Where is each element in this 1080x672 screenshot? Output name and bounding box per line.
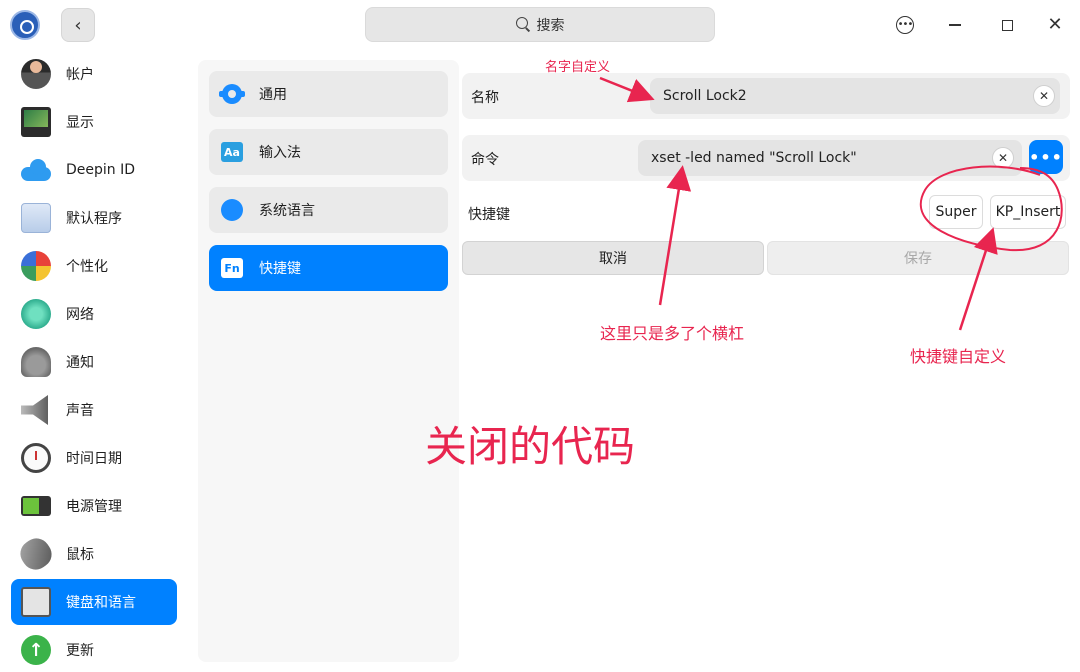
personalization-icon	[21, 251, 51, 281]
name-value: Scroll Lock2	[663, 88, 747, 104]
cloud-icon	[21, 155, 51, 185]
subnav-item-label: 输入法	[259, 145, 301, 161]
save-label: 保存	[904, 251, 932, 267]
gear-icon	[219, 83, 245, 105]
cancel-button[interactable]: 取消	[462, 241, 764, 275]
sidebar-item-default-apps[interactable]: 默认程序	[11, 195, 177, 241]
shortcut-key-kp-insert[interactable]: KP_Insert	[990, 195, 1066, 229]
command-row: 命令 xset -led named "Scroll Lock" ✕ •••	[462, 135, 1070, 181]
app-logo-icon	[10, 10, 40, 40]
bell-icon	[21, 347, 51, 377]
shortcut-row: 快捷键 Super KP_Insert	[462, 190, 1070, 236]
name-label: 名称	[471, 90, 499, 106]
sidebar-item-label: 默认程序	[66, 211, 122, 227]
shortcut-label: 快捷键	[468, 207, 510, 223]
annotation-command-note: 这里只是多了个横杠	[600, 324, 745, 343]
maximize-button[interactable]	[996, 14, 1018, 36]
browse-command-button[interactable]: •••	[1029, 140, 1063, 174]
mouse-icon	[15, 533, 57, 575]
sidebar-item-account[interactable]: 帐户	[11, 51, 177, 97]
sidebar-item-power[interactable]: 电源管理	[11, 483, 177, 529]
ellipsis-icon: •••	[1029, 147, 1063, 167]
close-icon: ✕	[1047, 14, 1063, 35]
save-button[interactable]: 保存	[767, 241, 1069, 275]
keyboard-icon	[21, 587, 51, 617]
sidebar-item-label: 网络	[66, 307, 94, 323]
sidebar-item-keyboard-language[interactable]: 键盘和语言	[11, 579, 177, 625]
sidebar-item-label: Deepin ID	[66, 162, 136, 178]
sidebar-item-label: 时间日期	[66, 451, 122, 467]
close-button[interactable]: ✕	[1044, 14, 1066, 36]
clear-icon: ✕	[997, 151, 1009, 165]
minimize-button[interactable]	[944, 14, 966, 36]
update-arrow-icon: ↑	[21, 635, 51, 665]
sidebar-item-label: 帐户	[66, 67, 94, 83]
sidebar-item-display[interactable]: 显示	[11, 99, 177, 145]
sidebar-item-label: 电源管理	[66, 499, 122, 515]
clear-command-button[interactable]: ✕	[992, 147, 1014, 169]
sidebar-item-label: 通知	[66, 355, 94, 371]
command-value: xset -led named "Scroll Lock"	[651, 150, 857, 166]
more-options-icon: •••	[896, 16, 914, 34]
chevron-left-icon: ‹	[74, 14, 82, 36]
command-input[interactable]: xset -led named "Scroll Lock"	[638, 140, 1022, 176]
annotation-main-note: 关闭的代码	[425, 422, 636, 471]
search-placeholder: 搜索	[536, 17, 565, 34]
sidebar-item-label: 显示	[66, 115, 94, 131]
battery-icon	[21, 496, 51, 516]
menu-button[interactable]: •••	[894, 14, 916, 36]
sidebar: 帐户 显示 Deepin ID 默认程序 个性化 网络 通知 声音 时间日期 电…	[0, 50, 188, 672]
clear-icon: ✕	[1038, 89, 1050, 103]
speaker-icon	[21, 395, 48, 425]
globe-icon	[221, 199, 243, 221]
input-method-icon: Aa	[221, 141, 243, 163]
sidebar-item-personalization[interactable]: 个性化	[11, 243, 177, 289]
name-input[interactable]: Scroll Lock2	[650, 78, 1060, 114]
maximize-icon	[1001, 19, 1013, 31]
shortcut-key-super[interactable]: Super	[929, 195, 983, 229]
annotation-shortcut-note: 快捷键自定义	[910, 347, 1007, 366]
account-icon	[21, 59, 51, 89]
subnav-item-label: 系统语言	[259, 203, 315, 219]
subnav-item-shortcuts[interactable]: Fn 快捷键	[209, 245, 448, 291]
sidebar-item-label: 键盘和语言	[66, 595, 136, 611]
subnav-panel: 通用 Aa 输入法 系统语言 Fn 快捷键	[198, 60, 459, 662]
default-apps-icon	[21, 203, 51, 233]
sidebar-item-label: 个性化	[66, 259, 108, 275]
command-label: 命令	[471, 152, 499, 168]
minimize-icon	[949, 24, 961, 26]
name-row: 名称 Scroll Lock2 ✕	[462, 73, 1070, 119]
cancel-label: 取消	[599, 251, 627, 267]
clear-name-button[interactable]: ✕	[1033, 85, 1055, 107]
sidebar-item-datetime[interactable]: 时间日期	[11, 435, 177, 481]
search-icon	[515, 17, 531, 32]
clock-icon	[21, 443, 51, 473]
sidebar-item-notifications[interactable]: 通知	[11, 339, 177, 385]
key-label: Super	[935, 204, 977, 220]
sidebar-item-label: 更新	[66, 643, 94, 659]
network-icon	[21, 299, 51, 329]
sidebar-item-network[interactable]: 网络	[11, 291, 177, 337]
subnav-item-general[interactable]: 通用	[209, 71, 448, 117]
subnav-item-input-method[interactable]: Aa 输入法	[209, 129, 448, 175]
sidebar-item-sound[interactable]: 声音	[11, 387, 177, 433]
sidebar-item-label: 声音	[66, 403, 94, 419]
sidebar-item-mouse[interactable]: 鼠标	[11, 531, 177, 577]
subnav-item-system-language[interactable]: 系统语言	[209, 187, 448, 233]
sidebar-item-update[interactable]: ↑ 更新	[11, 627, 177, 672]
fn-key-icon: Fn	[221, 257, 243, 279]
subnav-item-label: 通用	[259, 87, 287, 103]
back-button[interactable]: ‹	[61, 8, 95, 42]
sidebar-item-label: 鼠标	[66, 547, 94, 563]
title-bar: ‹ 搜索 ••• ✕	[0, 0, 1080, 50]
search-input[interactable]: 搜索	[365, 7, 715, 42]
subnav-item-label: 快捷键	[259, 261, 301, 277]
key-label: KP_Insert	[995, 204, 1061, 220]
annotation-name-note: 名字自定义	[545, 60, 611, 75]
sidebar-item-deepin-id[interactable]: Deepin ID	[11, 147, 177, 193]
display-icon	[21, 107, 51, 137]
